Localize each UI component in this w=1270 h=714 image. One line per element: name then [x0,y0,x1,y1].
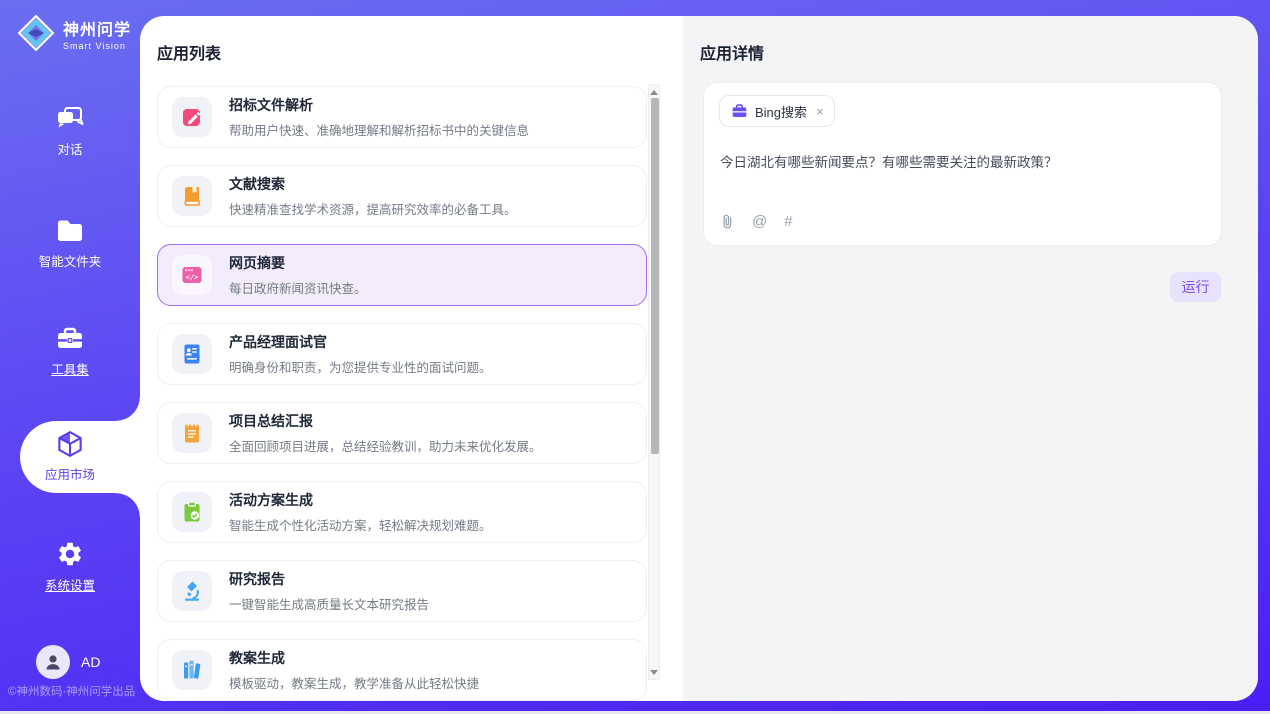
browser-code-icon: </> [172,255,212,295]
app-name: 产品经理面试官 [229,332,492,352]
app-card[interactable]: 产品经理面试官 明确身份和职责，为您提供专业性的面试问题。 [157,323,647,385]
app-description: 一键智能生成高质量长文本研究报告 [229,594,429,613]
pen-square-icon [172,97,212,137]
app-name: 研究报告 [229,569,429,589]
composer-toolbar: @ # [720,213,793,230]
app-card[interactable]: 教案生成 模板驱动，教案生成，教学准备从此轻松快捷 [157,639,647,701]
app-name: 招标文件解析 [229,95,529,115]
app-card[interactable]: 文献搜索 快速精准查找学术资源，提高研究效率的必备工具。 [157,165,647,227]
run-button[interactable]: 运行 [1170,272,1221,302]
sidebar-item-app-market[interactable]: 应用市场 [0,429,140,483]
query-composer[interactable]: Bing搜索 × 今日湖北有哪些新闻要点？有哪些需要关注的最新政策？ @ # [703,82,1222,246]
sidebar: 神州问学 Smart Vision 对话 智能文件夹 [0,0,140,714]
toolbox-icon [55,326,85,352]
sidebar-item-label: 对话 [57,139,82,158]
sidebar-item-smart-folder[interactable]: 智能文件夹 [0,218,140,270]
folder-icon [55,218,85,244]
copyright-text: ©神州数码·神州问学出品 [8,683,140,699]
app-name: 教案生成 [229,648,479,668]
close-icon[interactable]: × [816,104,824,119]
app-description: 快速精准查找学术资源，提高研究效率的必备工具。 [229,199,517,218]
scroll-down-arrow-icon[interactable] [649,666,659,678]
app-detail-panel: 应用详情 Bing搜索 × 今日湖北有哪些新闻要点？有哪些需要关注的最新政策？ [683,16,1258,701]
sidebar-item-label: 应用市场 [45,464,95,483]
main-content: 应用列表 招标文件解析 帮助用户快速、准确地理解和解析招标书中的关键信息 文献搜… [140,16,1258,701]
cube-icon [55,429,85,459]
sidebar-item-label: 智能文件夹 [39,251,102,270]
paperclip-icon[interactable] [720,213,735,230]
app-description: 智能生成个性化活动方案，轻松解决规划难题。 [229,515,492,534]
app-description: 全面回顾项目进展，总结经验教训，助力未来优化发展。 [229,436,542,455]
app-detail-title: 应用详情 [700,40,764,64]
gear-icon [56,540,84,568]
svg-text:</>: </> [186,274,199,282]
sidebar-item-label: 工具集 [51,359,89,378]
brand-name: 神州问学 [63,16,131,40]
query-text[interactable]: 今日湖北有哪些新闻要点？有哪些需要关注的最新政策？ [720,151,1200,171]
app-card[interactable]: </> 网页摘要 每日政府新闻资讯快查。 [157,244,647,306]
brand-text: 神州问学 Smart Vision [63,16,131,51]
scroll-up-arrow-icon[interactable] [649,86,659,98]
clipboard-check-icon [172,492,212,532]
app-name: 网页摘要 [229,253,367,273]
resume-icon [172,334,212,374]
scrollbar-thumb[interactable] [651,98,659,454]
sidebar-item-chat[interactable]: 对话 [0,104,140,158]
avatar [36,645,70,679]
app-card[interactable]: 项目总结汇报 全面回顾项目进展，总结经验教训，助力未来优化发展。 [157,402,647,464]
at-icon[interactable]: @ [752,213,767,230]
app-card[interactable]: 研究报告 一键智能生成高质量长文本研究报告 [157,560,647,622]
diamond-logo-icon [16,13,56,53]
brand-logo: 神州问学 Smart Vision [16,13,131,53]
app-name: 文献搜索 [229,174,517,194]
app-list-scrollbar[interactable] [648,84,660,680]
user-account[interactable]: AD [36,645,100,679]
app-name: 项目总结汇报 [229,411,542,431]
app-description: 帮助用户快速、准确地理解和解析招标书中的关键信息 [229,120,529,139]
microscope-icon [172,571,212,611]
tool-tag-bing-search[interactable]: Bing搜索 × [719,95,835,127]
sidebar-item-label: 系统设置 [45,575,95,594]
app-name: 活动方案生成 [229,490,492,510]
sidebar-item-system-settings[interactable]: 系统设置 [0,540,140,594]
notepad-icon [172,413,212,453]
app-description: 明确身份和职责，为您提供专业性的面试问题。 [229,357,492,376]
brand-subtitle: Smart Vision [63,41,131,51]
user-name: AD [81,654,100,670]
app-window: 神州问学 Smart Vision 对话 智能文件夹 [0,0,1270,714]
sidebar-item-toolset[interactable]: 工具集 [0,326,140,378]
app-description: 模板驱动，教案生成，教学准备从此轻松快捷 [229,673,479,692]
tool-tag-label: Bing搜索 [755,102,807,121]
app-card[interactable]: 招标文件解析 帮助用户快速、准确地理解和解析招标书中的关键信息 [157,86,647,148]
chat-icon [55,104,85,132]
app-description: 每日政府新闻资讯快查。 [229,278,367,297]
briefcase-icon [731,104,748,119]
hash-icon[interactable]: # [784,213,792,230]
books-icon [172,650,212,690]
app-card[interactable]: 活动方案生成 智能生成个性化活动方案，轻松解决规划难题。 [157,481,647,543]
book-icon [172,176,212,216]
app-list-title: 应用列表 [157,40,221,64]
